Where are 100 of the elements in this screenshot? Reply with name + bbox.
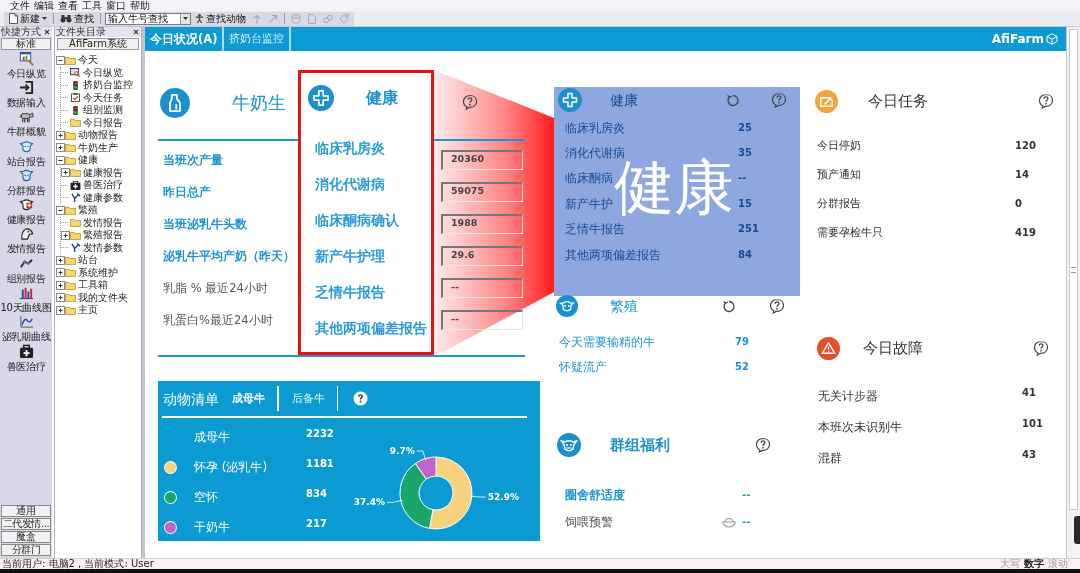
metric-label[interactable]: 当班次产量	[163, 153, 223, 167]
metric-label[interactable]: 当班泌乳牛头数	[163, 217, 247, 231]
menu-item[interactable]: 编辑	[33, 0, 55, 11]
tree-item[interactable]: 今天	[55, 54, 141, 67]
expand-icon[interactable]	[56, 305, 65, 315]
collapse-icon[interactable]	[56, 205, 65, 215]
metric-label: 乳蛋白%最近24小时	[163, 313, 273, 327]
shortcut-item[interactable]: 泌乳期曲线	[0, 313, 52, 343]
warning-icon	[817, 336, 840, 360]
expand-icon[interactable]	[56, 293, 65, 303]
tree-item[interactable]: 我的文件夹	[55, 291, 141, 304]
metric-value: 15	[738, 197, 752, 210]
collapse-icon[interactable]	[56, 155, 65, 165]
expand-icon[interactable]	[56, 143, 65, 153]
cow-cross-icon	[18, 197, 34, 213]
tree-item[interactable]: 挤奶台监控	[61, 79, 141, 92]
legend-value: 217	[306, 518, 327, 530]
panel-title: 文件夹目录	[56, 27, 106, 37]
tree-item[interactable]: 发情参数	[61, 241, 141, 254]
refresh-icon[interactable]	[726, 93, 740, 107]
expand-icon[interactable]	[56, 280, 65, 290]
expand-icon[interactable]	[56, 255, 65, 265]
tree-item[interactable]: 发情报告	[61, 216, 141, 229]
help-icon[interactable]	[769, 298, 785, 315]
metric-label[interactable]: 消化代谢病	[565, 146, 625, 161]
tree-item[interactable]: 繁殖报告	[61, 229, 141, 242]
shortcut-item[interactable]: 分群报告	[0, 167, 52, 197]
group-button[interactable]: 标准	[1, 38, 51, 50]
menu-item[interactable]: 文件	[9, 0, 31, 11]
shortcut-item[interactable]: 组别报告	[0, 255, 52, 285]
metric-label[interactable]: 其他两项偏差报告	[565, 247, 661, 262]
shortcut-item[interactable]: 兽医治疗	[0, 342, 52, 373]
shortcut-item[interactable]: 10天曲线图	[0, 284, 52, 314]
scrollbar[interactable]	[1066, 27, 1080, 558]
expand-icon[interactable]	[56, 268, 65, 278]
close-icon[interactable]	[133, 29, 139, 35]
group-button[interactable]: 分群门	[1, 544, 51, 556]
metric-label[interactable]: 临床酮病	[565, 171, 613, 186]
menu-item[interactable]: 查看	[57, 0, 79, 11]
help-icon[interactable]	[771, 92, 787, 108]
help-icon[interactable]	[755, 437, 771, 454]
tree-item[interactable]: 系统维护	[55, 266, 141, 279]
card-title: 牛奶生	[232, 91, 286, 115]
group-button[interactable]: 通用	[1, 505, 51, 517]
legend-value: 834	[306, 488, 327, 500]
tree-item[interactable]: 牛奶生产	[55, 141, 141, 154]
tree-item[interactable]: 健康参数	[61, 191, 141, 204]
metric-label: 饲喂预警	[565, 515, 613, 530]
expand-icon[interactable]	[61, 168, 70, 178]
help-icon[interactable]	[1038, 93, 1054, 109]
metric-label[interactable]: 昨日总产	[163, 185, 211, 199]
tree-item[interactable]: 组别监测	[61, 104, 141, 117]
collapse-icon[interactable]	[56, 55, 65, 65]
tree-item[interactable]: 今日报告	[61, 116, 141, 129]
help-icon[interactable]	[462, 94, 478, 110]
tree-item[interactable]: 主页	[55, 304, 141, 317]
tree-item[interactable]: 工具箱	[55, 279, 141, 292]
tree-item[interactable]: 站台	[55, 254, 141, 267]
callout-item: 临床酮病确认	[315, 211, 400, 230]
menu-item[interactable]: 工具	[81, 0, 103, 11]
find-animal-button[interactable]: 查找动物	[193, 12, 248, 25]
help-icon[interactable]	[1033, 340, 1049, 356]
tree-item[interactable]: 动物报告	[55, 129, 141, 142]
search-field[interactable]: 输入牛号查找	[105, 12, 191, 25]
shortcut-item[interactable]: 发情报告	[0, 225, 52, 256]
legend-label: 空怀	[194, 490, 218, 504]
metric-label[interactable]: 圈舍舒适度	[565, 488, 625, 503]
metric-label[interactable]: 今天需要输精的牛	[559, 335, 655, 350]
tree-item[interactable]: 兽医治疗	[61, 179, 141, 192]
shortcut-item[interactable]: 健康报告	[0, 196, 52, 226]
help-icon[interactable]	[353, 391, 368, 406]
menu-item[interactable]: 帮助	[129, 0, 151, 11]
group-button[interactable]: 魔盒	[1, 531, 51, 543]
tree-item[interactable]: 今日纵览	[61, 66, 141, 79]
tree-item[interactable]: 繁殖	[55, 204, 141, 217]
shortcut-item[interactable]: 牛群概貌	[0, 108, 52, 138]
shortcut-item[interactable]: 今日纵览	[0, 50, 52, 80]
dropdown-button[interactable]	[180, 13, 190, 24]
metric-label[interactable]: 怀疑流产	[559, 360, 607, 375]
close-icon[interactable]	[44, 29, 50, 35]
tree-item[interactable]: 健康报告	[61, 166, 141, 179]
metric-label[interactable]: 新产牛护	[565, 196, 613, 211]
shortcut-item[interactable]: 数据输入	[0, 79, 52, 109]
metric-label[interactable]: 临床乳房炎	[565, 120, 625, 135]
expand-icon[interactable]	[61, 230, 70, 240]
new-button[interactable]: 新建	[7, 12, 49, 25]
metric-label[interactable]: 泌乳牛平均产奶（昨天）	[163, 249, 295, 263]
card-title: 今日故障	[863, 339, 924, 357]
expand-icon[interactable]	[56, 130, 65, 140]
callout-item: 乏情牛报告	[315, 283, 386, 302]
refresh-icon[interactable]	[722, 299, 736, 314]
metric-label[interactable]: 乏情牛报告	[565, 222, 625, 237]
find-button[interactable]: 查找	[58, 12, 96, 25]
shortcut-item[interactable]: 站台报告	[0, 137, 52, 168]
group-button[interactable]: 二代发情...	[1, 518, 51, 530]
menu-item[interactable]: 窗口	[105, 0, 127, 11]
scroll-thumb[interactable]	[1069, 29, 1078, 510]
root-button[interactable]: AfiFarm系统	[57, 38, 139, 50]
tree-item[interactable]: 健康	[55, 154, 141, 167]
tree-item[interactable]: 今天任务	[61, 91, 141, 104]
